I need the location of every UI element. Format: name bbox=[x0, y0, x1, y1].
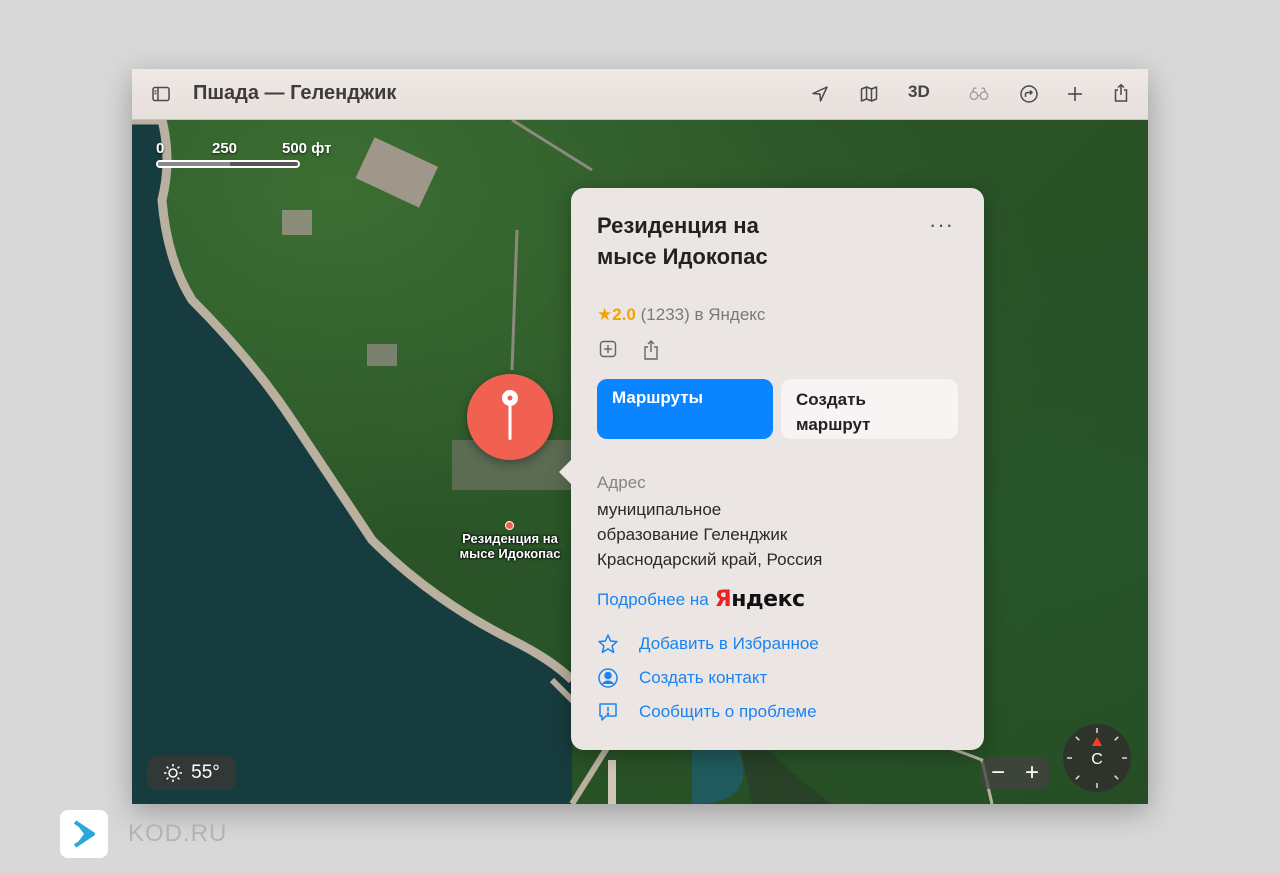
person-circle-icon bbox=[598, 668, 618, 688]
add-favorite-action[interactable]: Добавить в Избранное bbox=[597, 633, 819, 655]
star-outline-icon bbox=[598, 634, 618, 654]
window-title: Пшада — Геленджик bbox=[193, 82, 397, 104]
rating-count: (1233) в Яндекс bbox=[640, 305, 766, 324]
address-line1: муниципальное bbox=[597, 500, 722, 519]
sidebar-icon[interactable] bbox=[146, 79, 176, 109]
kodru-text: KOD.RU bbox=[128, 820, 228, 847]
zoom-in-button[interactable]: + bbox=[1025, 759, 1039, 787]
address-line3: Краснодарский край, Россия bbox=[597, 550, 823, 569]
binoculars-icon[interactable] bbox=[964, 79, 994, 109]
titlebar: Пшада — Геленджик 3D bbox=[132, 69, 1148, 120]
address-line2: образование Геленджик bbox=[597, 525, 788, 544]
report-bubble-icon bbox=[599, 703, 617, 721]
create-contact-action[interactable]: Создать контакт bbox=[597, 667, 767, 689]
compass[interactable]: С bbox=[1063, 724, 1131, 792]
scale-label-mid: 250 bbox=[212, 140, 238, 157]
yandex-logo-rest: ндекс bbox=[731, 587, 805, 612]
create-route-line1: Создать bbox=[796, 390, 866, 409]
address-label: Адрес bbox=[597, 473, 646, 492]
address-value: муниципальное образование Геленджик Крас… bbox=[597, 497, 822, 572]
share-icon[interactable] bbox=[1106, 78, 1136, 108]
share-place-icon[interactable] bbox=[641, 339, 661, 366]
place-title-line1: Резиденция на bbox=[597, 213, 759, 238]
pin-label-line1: Резиденция на bbox=[462, 531, 558, 546]
rating-value: 2.0 bbox=[612, 305, 636, 324]
scale-bar bbox=[156, 160, 300, 168]
yandex-logo-first: Я bbox=[714, 587, 732, 612]
satellite-map[interactable]: 0 250 500 фт Резиденция на мысе Идокопас bbox=[132, 120, 1148, 804]
create-route-button[interactable]: Создать маршрут bbox=[781, 379, 958, 439]
create-contact-label: Создать контакт bbox=[639, 668, 768, 687]
plus-icon[interactable] bbox=[1060, 79, 1090, 109]
kodru-watermark: KOD.RU bbox=[60, 810, 227, 858]
report-problem-action[interactable]: Сообщить о проблеме bbox=[597, 701, 817, 723]
report-problem-label: Сообщить о проблеме bbox=[639, 702, 817, 721]
weather-temperature: 55° bbox=[191, 762, 220, 783]
route-arrow-icon[interactable] bbox=[1014, 79, 1044, 109]
weather-badge: 55° bbox=[147, 756, 236, 790]
location-arrow-icon[interactable] bbox=[805, 79, 835, 109]
yandex-logo: Яндекс bbox=[715, 587, 805, 612]
zoom-control: − + bbox=[981, 757, 1049, 789]
place-title-line2: мысе Идокопас bbox=[597, 244, 768, 269]
pin-label-line2: мысе Идокопас bbox=[459, 546, 561, 561]
scale-label-zero: 0 bbox=[156, 140, 165, 157]
pin-location-dot bbox=[505, 521, 514, 530]
kodru-logo-icon bbox=[60, 810, 108, 858]
place-title: Резиденция на мысе Идокопас bbox=[597, 210, 897, 272]
sun-icon bbox=[164, 764, 183, 782]
more-on-yandex-text: Подробнее на bbox=[597, 589, 709, 609]
place-card: Резиденция на мысе Идокопас ··· ★2.0 (12… bbox=[559, 188, 984, 750]
card-pointer bbox=[559, 459, 572, 485]
routes-button[interactable]: Маршруты bbox=[597, 379, 773, 439]
scale-label-end: 500 фт bbox=[282, 140, 332, 157]
pin-icon bbox=[502, 390, 518, 440]
star-icon: ★ bbox=[597, 305, 613, 324]
map-icon[interactable] bbox=[854, 79, 884, 109]
more-menu-button[interactable]: ··· bbox=[929, 214, 954, 236]
maps-window: Пшада — Геленджик 3D 0 250 500 фт Резиде… bbox=[132, 69, 1148, 804]
place-pin[interactable] bbox=[467, 374, 553, 460]
3d-button[interactable]: 3D bbox=[908, 82, 930, 102]
zoom-out-button[interactable]: − bbox=[991, 759, 1005, 787]
more-on-yandex-link[interactable]: Подробнее на Яндекс bbox=[597, 587, 805, 612]
rating: ★2.0 (1233) в Яндекс bbox=[597, 305, 765, 325]
add-favorite-label: Добавить в Избранное bbox=[639, 634, 819, 653]
create-route-line2: маршрут bbox=[796, 415, 871, 434]
compass-north-label: С bbox=[1091, 751, 1103, 768]
pin-label[interactable]: Резиденция на мысе Идокопас bbox=[438, 531, 582, 561]
add-to-guide-icon[interactable] bbox=[598, 339, 618, 364]
